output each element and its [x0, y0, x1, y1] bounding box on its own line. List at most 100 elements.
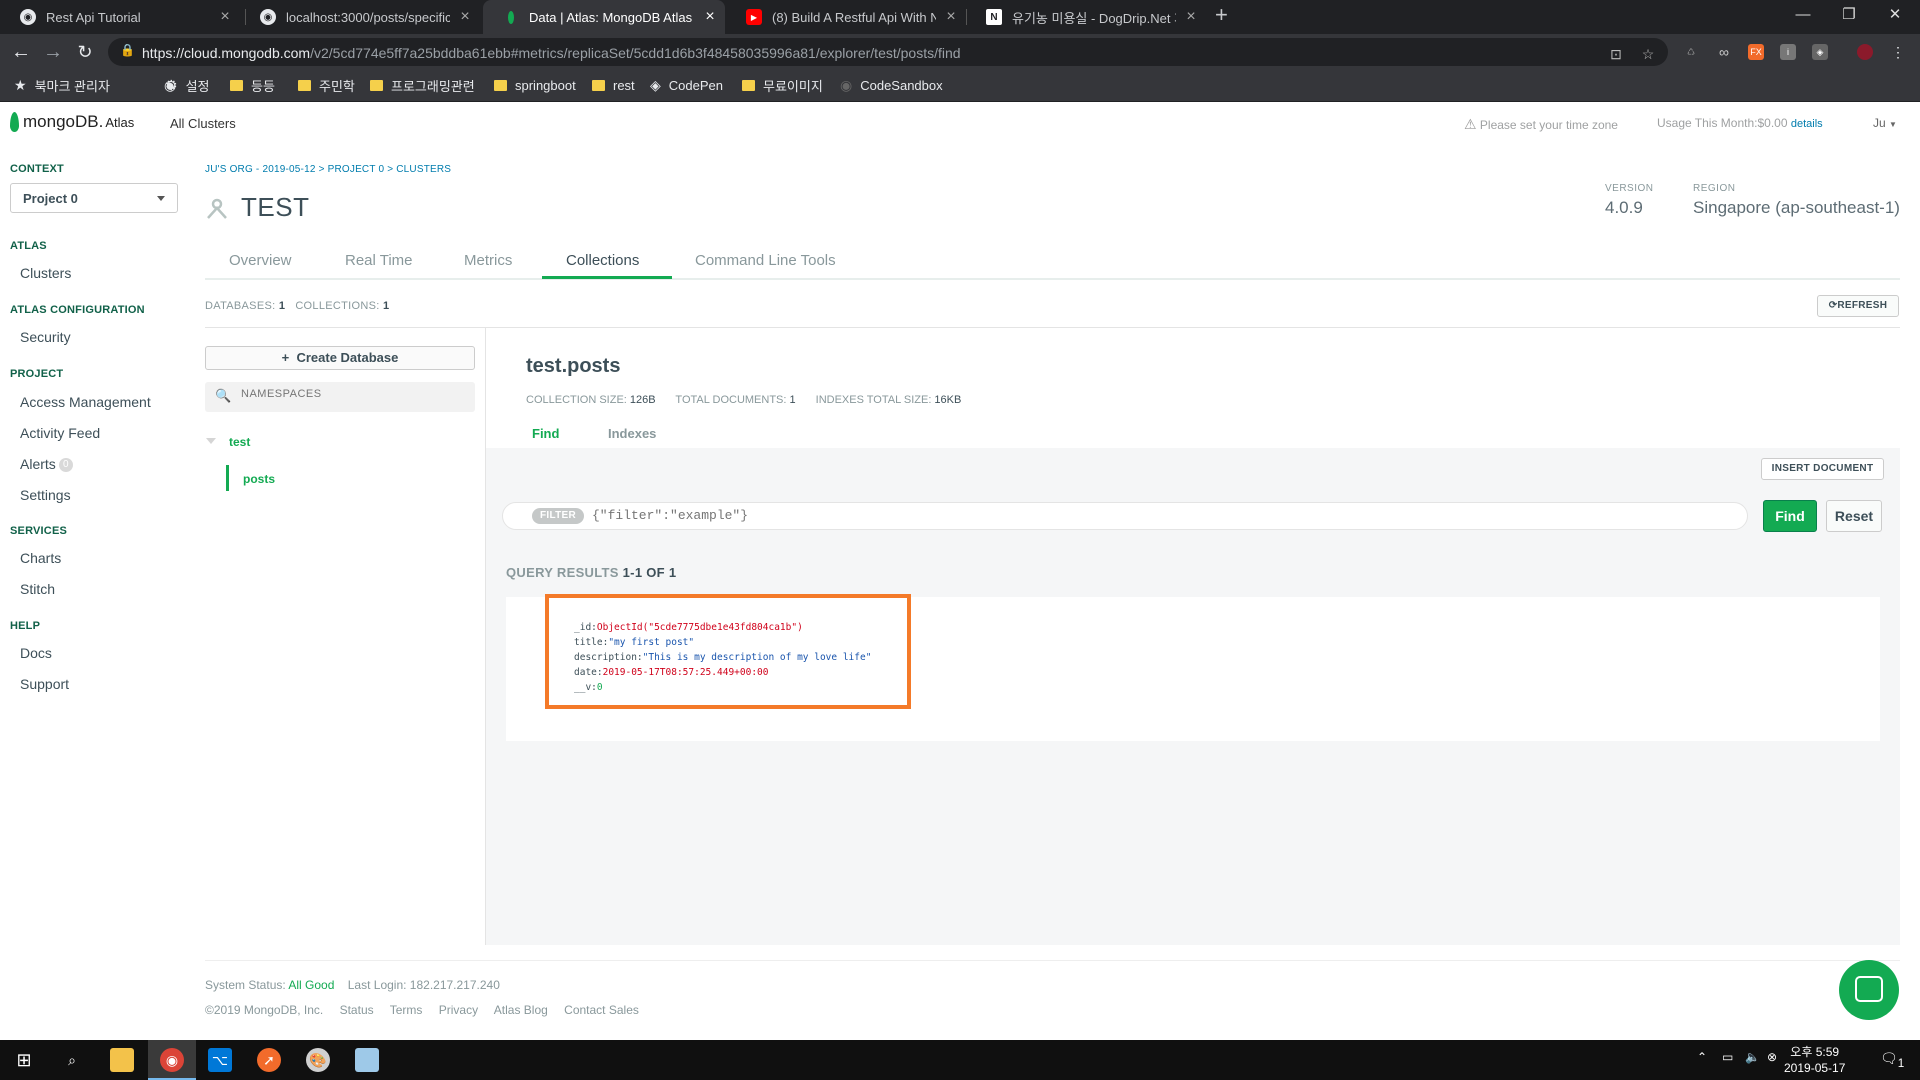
paint-icon[interactable]: 🎨	[306, 1048, 330, 1072]
alerts-count-badge: 0	[58, 458, 73, 472]
bookmark-item[interactable]: ⚙ 설정	[165, 70, 209, 100]
extension-info-icon[interactable]: i	[1780, 44, 1796, 60]
tab-command-line-tools[interactable]: Command Line Tools	[695, 252, 836, 269]
mongodb-atlas-logo[interactable]: mongoDB. Atlas	[10, 112, 134, 132]
translate-icon[interactable]: ⊡	[1608, 46, 1624, 62]
subtab-indexes[interactable]: Indexes	[608, 426, 656, 441]
windows-start-icon[interactable]: ⊞	[12, 1048, 36, 1072]
reload-icon[interactable]: ↻	[70, 34, 100, 70]
extension-fx-icon[interactable]: FX	[1748, 44, 1764, 60]
search-icon: 🔍	[215, 388, 232, 403]
profile-avatar[interactable]	[1857, 44, 1873, 60]
sidebar-item-activity-feed[interactable]: Activity Feed	[20, 425, 100, 441]
insert-document-button[interactable]: INSERT DOCUMENT	[1761, 458, 1884, 480]
sidebar-item-alerts[interactable]: Alerts 0	[20, 456, 73, 472]
replica-set-icon	[207, 198, 227, 219]
user-menu[interactable]: Ju ▼	[1873, 116, 1897, 130]
action-center-icon[interactable]: 🗨1	[1880, 1050, 1904, 1070]
postman-icon[interactable]: ➚	[257, 1048, 281, 1072]
tray-chevron-up-icon[interactable]: ⌃	[1697, 1050, 1707, 1064]
file-explorer-icon[interactable]	[110, 1048, 134, 1072]
volume-icon[interactable]: 🔈	[1745, 1050, 1760, 1064]
footer-link-status[interactable]: Status	[340, 1003, 374, 1017]
namespace-db-test[interactable]: test	[229, 435, 250, 449]
tab-metrics[interactable]: Metrics	[464, 252, 512, 269]
breadcrumb[interactable]: JU'S ORG - 2019-05-12 > PROJECT 0 > CLUS…	[205, 164, 451, 175]
chrome-icon[interactable]: ◉	[160, 1048, 184, 1072]
browser-tab[interactable]: ◉ localhost:3000/posts/specific ×	[240, 0, 480, 34]
address-bar[interactable]: 🔒 https://cloud.mongodb.com/v2/5cd774e5f…	[108, 38, 1668, 66]
all-clusters-link[interactable]: All Clusters	[170, 116, 236, 131]
version-label: VERSION	[1605, 183, 1654, 194]
sidebar-item-access-management[interactable]: Access Management	[20, 394, 151, 410]
close-window-icon[interactable]: ✕	[1872, 0, 1918, 30]
close-tab-icon[interactable]: ×	[936, 8, 966, 26]
subtab-find[interactable]: Find	[532, 426, 559, 441]
close-tab-icon[interactable]: ×	[210, 8, 240, 26]
extension-recycle-icon[interactable]: ♺	[1683, 44, 1699, 60]
find-button[interactable]: Find	[1763, 500, 1817, 532]
bookmark-item[interactable]: ◉ CodeSandbox	[840, 70, 943, 100]
system-status-link[interactable]: All Good	[288, 978, 334, 992]
tab-title: localhost:3000/posts/specific	[286, 9, 450, 25]
extension-infinity-icon[interactable]: ∞	[1716, 44, 1732, 60]
usage-details-link[interactable]: details	[1791, 118, 1823, 130]
bookmark-item[interactable]: 등등	[230, 70, 275, 100]
bookmark-item[interactable]: ★ 북마크 관리자	[14, 70, 110, 100]
bookmark-item[interactable]: ◈ CodePen	[650, 70, 723, 100]
browser-tab[interactable]: N 유기농 미용실 - DogDrip.Net 개 ×	[966, 0, 1206, 34]
taskbar-clock[interactable]: 오후 5:59 2019-05-17	[1784, 1044, 1845, 1076]
network-icon[interactable]: ▭	[1722, 1050, 1733, 1064]
sidebar-item-clusters[interactable]: Clusters	[20, 265, 71, 281]
search-icon[interactable]: ⌕	[60, 1048, 84, 1072]
sidebar-item-settings[interactable]: Settings	[20, 487, 71, 503]
namespace-search-input[interactable]	[241, 388, 461, 400]
footer-link-atlas-blog[interactable]: Atlas Blog	[494, 1003, 548, 1017]
tab-real-time[interactable]: Real Time	[345, 252, 413, 269]
restore-icon[interactable]: ❐	[1826, 0, 1872, 30]
footer-link-privacy[interactable]: Privacy	[439, 1003, 478, 1017]
refresh-button[interactable]: ⟳REFRESH	[1817, 295, 1899, 317]
sidebar-item-docs[interactable]: Docs	[20, 645, 52, 661]
sidebar-item-security[interactable]: Security	[20, 329, 71, 345]
tab-collections[interactable]: Collections	[566, 252, 639, 269]
caret-down-icon[interactable]	[206, 438, 216, 444]
browser-tab[interactable]: ▶ (8) Build A Restful Api With No ×	[726, 0, 966, 34]
close-tab-icon[interactable]: ×	[450, 8, 480, 26]
disconnected-icon[interactable]: ⊗	[1767, 1050, 1777, 1064]
minimize-icon[interactable]: —	[1780, 0, 1826, 30]
tab-overview[interactable]: Overview	[229, 252, 292, 269]
extension-shield-icon[interactable]: ◈	[1812, 44, 1828, 60]
project-select[interactable]: Project 0	[10, 183, 178, 213]
forward-icon[interactable]: →	[38, 34, 68, 70]
namespace-collection-posts[interactable]: posts	[243, 472, 275, 486]
browser-tab-active[interactable]: Data | Atlas: MongoDB Atlas ×	[483, 0, 725, 34]
bookmark-item[interactable]: rest	[592, 70, 635, 100]
back-icon[interactable]: ←	[6, 34, 36, 70]
notepad-icon[interactable]	[355, 1048, 379, 1072]
close-tab-icon[interactable]: ×	[1176, 8, 1206, 26]
bookmark-star-icon[interactable]: ☆	[1640, 46, 1656, 62]
close-tab-icon[interactable]: ×	[695, 8, 725, 26]
menu-dots-icon[interactable]: ⋮	[1890, 44, 1906, 60]
filter-input[interactable]	[592, 508, 1732, 523]
timezone-warning[interactable]: ⚠ Please set your time zone	[1464, 116, 1618, 133]
namespace-search[interactable]: 🔍	[205, 382, 475, 412]
sidebar-item-charts[interactable]: Charts	[20, 550, 61, 566]
bookmark-item[interactable]: 주민학	[298, 70, 355, 100]
create-database-button[interactable]: + Create Database	[205, 346, 475, 370]
bookmark-item[interactable]: 프로그래밍관련	[370, 70, 475, 100]
bookmark-item[interactable]: springboot	[494, 70, 576, 100]
browser-tab[interactable]: ◉ Rest Api Tutorial ×	[0, 0, 240, 34]
footer-link-terms[interactable]: Terms	[390, 1003, 423, 1017]
reset-button[interactable]: Reset	[1826, 500, 1882, 532]
sidebar-item-stitch[interactable]: Stitch	[20, 581, 55, 597]
footer-link-contact-sales[interactable]: Contact Sales	[564, 1003, 639, 1017]
vscode-icon[interactable]: ⌥	[208, 1048, 232, 1072]
sidebar-item-support[interactable]: Support	[20, 676, 69, 692]
support-chat-button[interactable]	[1839, 960, 1899, 1020]
bookmark-item[interactable]: 무료이미지	[742, 70, 823, 100]
new-tab-icon[interactable]: +	[1215, 2, 1228, 28]
divider	[205, 327, 1900, 328]
taskbar: ⊞ ⌕ ◉ ⌥ ➚ 🎨 ⌃ ▭ 🔈 ⊗ 오후 5:59 2019-05-17 🗨1	[0, 1040, 1920, 1080]
